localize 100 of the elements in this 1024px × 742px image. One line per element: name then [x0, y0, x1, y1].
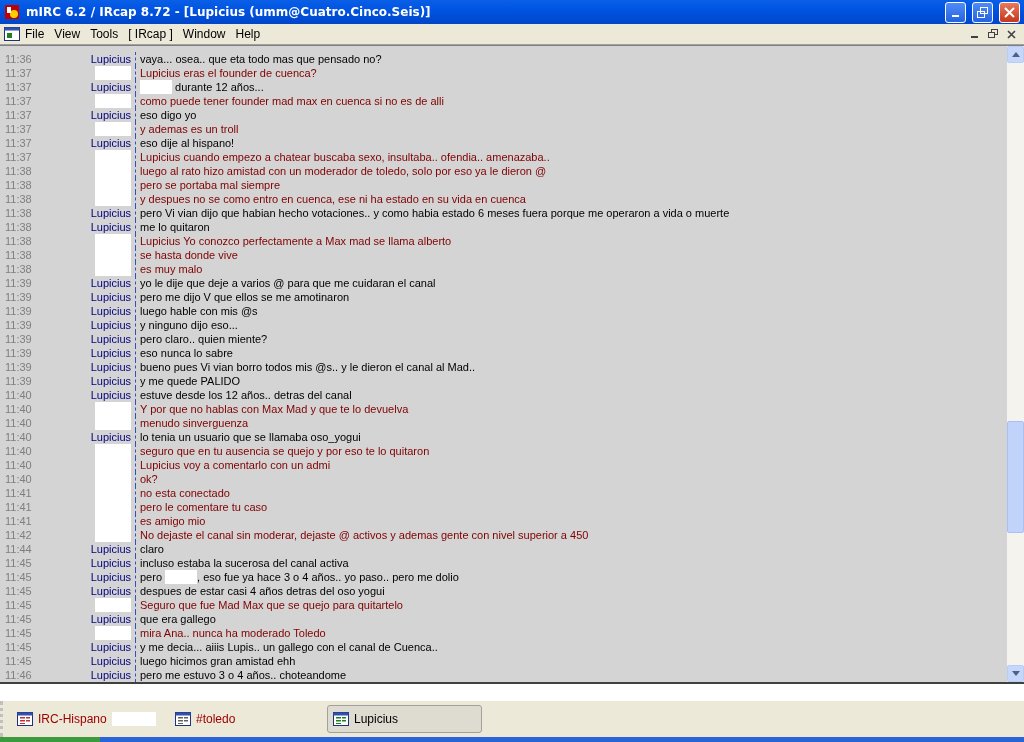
chat-message: que era gallego — [135, 612, 216, 626]
nickname: Lupicius — [90, 136, 131, 150]
chat-message: eso digo yo — [135, 108, 197, 122]
redacted-block — [95, 528, 131, 542]
input-field[interactable] — [0, 682, 1024, 701]
switchbar-tab[interactable]: IRC-Hispano — [11, 705, 166, 733]
scroll-thumb[interactable] — [1007, 421, 1024, 533]
status-window-icon — [17, 712, 33, 726]
nickname: Lupicius — [90, 654, 131, 668]
chat-message: yo le dije que deje a varios @ para que me cuidaran el canal — [135, 276, 436, 290]
chat-message: es amigo mio — [135, 514, 206, 528]
chat-message: como puede tener founder mad max en cuenca si no es de alli — [135, 94, 444, 108]
chat-message: luego al rato hizo amistad con un moderador de toledo, solo por eso ya le dieron @ — [135, 164, 547, 178]
menu-item[interactable]: View — [49, 27, 86, 41]
chat-message: mira Ana.. nunca ha moderado Toledo — [135, 626, 326, 640]
menu-item[interactable]: Help — [230, 27, 266, 41]
redacted-block — [95, 444, 131, 458]
scroll-up-button[interactable] — [1007, 46, 1024, 63]
timestamp: 11:45 — [4, 626, 33, 640]
window-menu-icon[interactable] — [4, 27, 20, 41]
minimize-button[interactable] — [945, 1, 966, 23]
timestamp: 11:39 — [4, 346, 33, 360]
timestamp: 11:40 — [4, 458, 33, 472]
nickname: Lupicius — [90, 640, 131, 654]
restore-button[interactable] — [972, 1, 993, 23]
timestamp: 11:38 — [4, 178, 33, 192]
nickname: Lupicius — [90, 430, 131, 444]
timestamp: 11:38 — [4, 234, 33, 248]
timestamp: 11:38 — [4, 192, 33, 206]
redacted-block — [95, 66, 131, 80]
chat-message: no esta conectado — [135, 486, 230, 500]
nickname: Lupicius — [90, 332, 131, 346]
redacted-block — [95, 262, 131, 276]
timestamp: 11:38 — [4, 164, 33, 178]
nickname: Lupicius — [90, 360, 131, 374]
start-button[interactable] — [0, 737, 100, 742]
nickname: Lupicius — [90, 206, 131, 220]
redacted-block — [95, 402, 131, 416]
menu-item[interactable]: File — [20, 27, 50, 41]
menu-item[interactable]: Tools — [85, 27, 124, 41]
redacted-block — [140, 80, 172, 94]
chat-message: y me quede PALIDO — [135, 374, 241, 388]
nickname: Lupicius — [90, 304, 131, 318]
chat-message: No dejaste el canal sin moderar, dejaste @ activos y ademas gente con nivel superior a 450 — [135, 528, 589, 542]
down-caret-icon — [1011, 671, 1020, 676]
nickname: Lupicius — [90, 52, 131, 66]
chat-message: vaya... osea.. que eta todo mas que pensado no? — [135, 52, 382, 66]
timestamp: 11:41 — [4, 486, 33, 500]
chat-message: se hasta donde vive — [135, 248, 238, 262]
chat-message: pero Vi vian dijo que habian hecho votaciones.. y como habia estado 6 meses fuera porque me operaron a vida o muerte — [135, 206, 730, 220]
timestamp: 11:40 — [4, 416, 33, 430]
chat-message: Seguro que fue Mad Max que se quejo para quitartelo — [135, 598, 403, 612]
close-icon — [1006, 29, 1016, 39]
chat-message: lo tenia un usuario que se llamaba oso_yogui — [135, 430, 361, 444]
chat-message: bueno pues Vi vian borro todos mis @s.. y le dieron el canal al Mad.. — [135, 360, 476, 374]
chat-message: menudo sinverguenza — [135, 416, 249, 430]
timestamp: 11:37 — [4, 136, 33, 150]
chat-message: claro — [135, 542, 164, 556]
chat-message: despues de estar casi 4 años detras del oso yogui — [135, 584, 385, 598]
timestamp: 11:36 — [4, 52, 33, 66]
chat-message: pero se portaba mal siempre — [135, 178, 280, 192]
chat-message: Lupicius voy a comentarlo con un admi — [135, 458, 331, 472]
redacted-block — [95, 626, 131, 640]
timestamp: 11:45 — [4, 640, 33, 654]
chat-message: ok? — [135, 472, 158, 486]
close-button[interactable] — [999, 1, 1020, 23]
chat-message: me lo quitaron — [135, 220, 210, 234]
nickname: Lupicius — [90, 108, 131, 122]
restore-icon — [977, 6, 988, 18]
timestamp: 11:40 — [4, 388, 33, 402]
nickname: Lupicius — [90, 374, 131, 388]
nickname: Lupicius — [90, 612, 131, 626]
restore-icon — [988, 29, 998, 39]
chat-message: es muy malo — [135, 262, 203, 276]
nickname: Lupicius — [90, 220, 131, 234]
timestamp: 11:38 — [4, 206, 33, 220]
redacted-block — [95, 150, 131, 164]
app-icon — [4, 4, 20, 20]
timestamp: 11:45 — [4, 570, 33, 584]
timestamp: 11:39 — [4, 318, 33, 332]
redacted-block — [95, 598, 131, 612]
scrollbar[interactable] — [1007, 46, 1024, 682]
timestamp: 11:42 — [4, 528, 33, 542]
switchbar-tab[interactable]: #toledo — [169, 705, 324, 733]
timestamp: 11:39 — [4, 332, 33, 346]
timestamp: 11:40 — [4, 402, 33, 416]
channel-window-icon — [175, 712, 191, 726]
query-window-icon — [333, 712, 349, 726]
timestamp: 11:38 — [4, 248, 33, 262]
close-icon — [1004, 6, 1015, 18]
menu-item[interactable]: Window — [177, 27, 231, 41]
nickname: Lupicius — [90, 542, 131, 556]
nickname: Lupicius — [90, 668, 131, 682]
timestamp: 11:37 — [4, 94, 33, 108]
timestamp: 11:40 — [4, 444, 33, 458]
chat-message: Lupicius Yo conozco perfectamente a Max mad se llama alberto — [135, 234, 452, 248]
scroll-down-button[interactable] — [1007, 665, 1024, 682]
switchbar-tab[interactable]: Lupicius — [327, 705, 482, 733]
nickname: Lupicius — [90, 388, 131, 402]
menu-item[interactable]: [ IRcap ] — [123, 27, 178, 41]
